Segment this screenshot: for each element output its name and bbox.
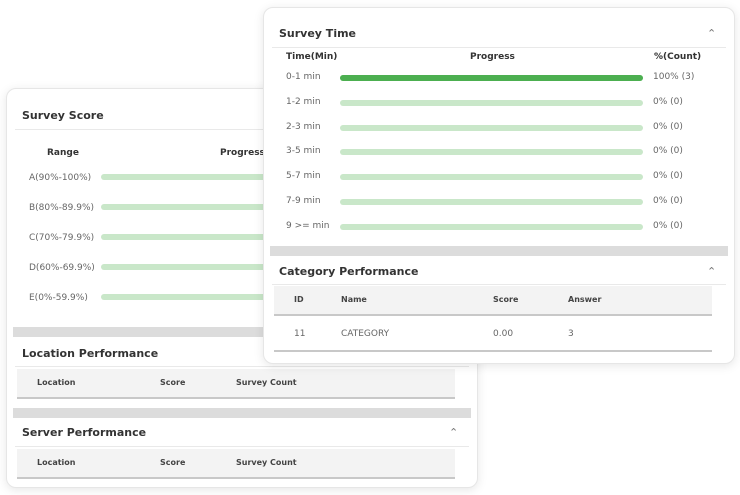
- count-header: %(Count): [654, 52, 702, 62]
- col-name: Name: [341, 295, 367, 304]
- chevron-up-icon[interactable]: ⌃: [707, 265, 716, 278]
- time-range-label: 2-3 min: [286, 121, 321, 132]
- col-location: Location: [37, 378, 76, 387]
- divider: [15, 446, 469, 447]
- progress-header: Progress: [220, 148, 265, 158]
- time-range-label: 3-5 min: [286, 146, 321, 157]
- progress-fill: [340, 75, 643, 81]
- score-range-label: D(60%-69.9%): [29, 263, 95, 273]
- col-id: ID: [294, 295, 304, 304]
- location-table-header: Location Score Survey Count: [17, 369, 455, 399]
- time-progress-bar: [340, 223, 643, 230]
- server-performance-title: Server Performance: [22, 426, 147, 439]
- time-progress-bar: [340, 99, 643, 106]
- time-range-label: 9 >= min: [286, 220, 330, 231]
- server-table-header: Location Score Survey Count: [17, 449, 455, 479]
- time-count-label: 100% (3): [653, 72, 695, 82]
- time-range-label: 0-1 min: [286, 72, 321, 82]
- survey-time-card: Survey Time ⌃ Time(Min) Progress %(Count…: [263, 7, 735, 364]
- time-range-label: 7-9 min: [286, 196, 321, 206]
- time-count-label: 0% (0): [653, 196, 683, 206]
- time-progress-bar: [340, 124, 643, 131]
- progress-header: Progress: [470, 52, 515, 62]
- section-divider: [13, 408, 471, 418]
- col-survey-count: Survey Count: [236, 378, 297, 387]
- chevron-up-icon[interactable]: ⌃: [449, 426, 458, 439]
- cell-answer: 3: [568, 329, 574, 339]
- range-header: Range: [47, 148, 79, 158]
- score-range-label: E(0%-59.9%): [29, 293, 88, 303]
- time-progress-bar: [340, 75, 643, 81]
- category-table-header: ID Name Score Answer: [274, 286, 712, 316]
- time-progress-bar: [340, 199, 643, 205]
- col-survey-count: Survey Count: [236, 458, 297, 467]
- time-count-label: 0% (0): [653, 220, 683, 231]
- score-range-label: B(80%-89.9%): [29, 203, 95, 213]
- col-score: Score: [160, 458, 186, 467]
- time-count-label: 0% (0): [653, 121, 683, 132]
- col-location: Location: [37, 458, 76, 467]
- time-progress-bar: [340, 174, 643, 181]
- col-score: Score: [160, 378, 186, 387]
- divider: [15, 366, 469, 367]
- location-performance-title: Location Performance: [22, 347, 159, 360]
- divider: [272, 47, 726, 48]
- cell-id: 11: [294, 329, 306, 339]
- score-range-label: A(90%-100%): [29, 173, 92, 183]
- time-count-label: 0% (0): [653, 146, 683, 157]
- section-divider: [270, 246, 728, 256]
- time-progress-bar: [340, 149, 643, 156]
- divider: [272, 284, 726, 285]
- time-range-label: 5-7 min: [286, 171, 321, 182]
- category-performance-title: Category Performance: [279, 265, 419, 278]
- col-answer: Answer: [568, 295, 602, 304]
- time-header: Time(Min): [286, 52, 338, 62]
- cell-name: CATEGORY: [341, 329, 390, 339]
- col-score: Score: [493, 295, 519, 304]
- survey-score-title: Survey Score: [22, 109, 104, 122]
- cell-score: 0.00: [493, 329, 514, 339]
- table-bottom-border: [274, 350, 712, 352]
- survey-time-title: Survey Time: [279, 27, 357, 40]
- time-count-label: 0% (0): [653, 171, 683, 182]
- time-count-label: 0% (0): [653, 96, 683, 107]
- time-range-label: 1-2 min: [286, 96, 321, 107]
- score-range-label: C(70%-79.9%): [29, 233, 95, 243]
- chevron-up-icon[interactable]: ⌃: [707, 27, 716, 40]
